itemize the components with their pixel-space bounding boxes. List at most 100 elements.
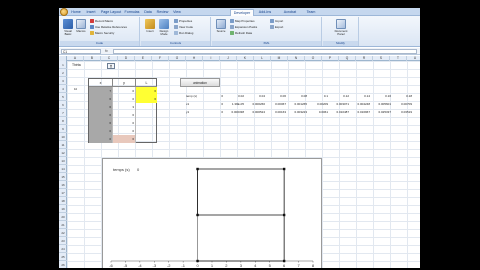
series-value-cell[interactable]: 0.00163 (266, 108, 287, 116)
properties-button[interactable]: Properties (174, 19, 192, 24)
table-cell-l[interactable] (136, 119, 157, 127)
row-header-23[interactable]: 23 (59, 237, 67, 245)
row-header-19[interactable]: 19 (59, 205, 67, 213)
row-header-3[interactable]: 3 (59, 77, 67, 85)
series-value-cell[interactable]: 0.03519 (392, 108, 413, 116)
row-header-26[interactable]: 26 (59, 261, 67, 268)
series-value-cell[interactable]: 0.000338 (224, 108, 245, 116)
series-label[interactable]: x1 (186, 100, 203, 108)
view-code-button[interactable]: View Code (174, 25, 193, 30)
table-cell-x[interactable]: 0 (89, 127, 113, 135)
run-dialog-button[interactable]: Run Dialog (174, 31, 193, 36)
series-label[interactable]: y1 (186, 108, 203, 116)
series-value-cell[interactable]: 1.39E-05 (224, 100, 245, 108)
row-header-7[interactable]: 7 (59, 109, 67, 117)
table-cell-y[interactable]: 0 (113, 95, 136, 103)
table-cell-x[interactable]: 6 (89, 119, 113, 127)
import-button[interactable]: Import (270, 19, 283, 24)
formula-input[interactable] (113, 49, 417, 54)
table-cell-l[interactable] (136, 135, 157, 143)
row-header-24[interactable]: 24 (59, 245, 67, 253)
row-header-13[interactable]: 13 (59, 157, 67, 165)
table-cell-y[interactable]: 3 (113, 103, 136, 111)
series-value-cell[interactable]: 0.010487 (329, 108, 350, 116)
series-value-cell[interactable]: 0.025337 (371, 108, 392, 116)
series-value-cell[interactable]: 0.08 (287, 92, 308, 100)
series-value-cell[interactable]: 0.12 (329, 92, 350, 100)
series-label[interactable]: temp (s) (186, 92, 203, 100)
series-value-cell[interactable]: 0.000524 (245, 108, 266, 116)
series-value-cell[interactable]: 0.04 (245, 92, 266, 100)
row-header-15[interactable]: 15 (59, 173, 67, 181)
table-cell-l[interactable] (136, 127, 157, 135)
series-value-cell[interactable]: 0.16 (371, 92, 392, 100)
table-cell-l[interactable] (136, 103, 157, 111)
series-value-cell[interactable]: 0.003223 (287, 108, 308, 116)
name-box[interactable]: C1 (61, 49, 101, 54)
row-header-17[interactable]: 17 (59, 189, 67, 197)
row-header-5[interactable]: 5 (59, 93, 67, 101)
table-cell-x[interactable]: 0 (89, 135, 113, 143)
document-panel-button[interactable]: Document Panel (333, 19, 349, 38)
cell-area[interactable]: Thèta ▴ ▾ 10 x y L 7066066366600006 anima… (67, 61, 420, 268)
series-value-cell[interactable]: 0.003071 (329, 100, 350, 108)
macro-security-button[interactable]: Macro Security (90, 31, 114, 36)
row-header-10[interactable]: 10 (59, 133, 67, 141)
series-value-cell[interactable]: 0.00709 (392, 100, 413, 108)
source-button[interactable]: Source (215, 19, 227, 38)
table-cell-x[interactable]: 7 (89, 87, 113, 95)
series-value-cell[interactable]: 0.016967 (350, 108, 371, 116)
series-value-cell[interactable]: 0 (203, 108, 224, 116)
table-cell-l[interactable]: 6 (136, 95, 157, 103)
series-value-cell[interactable]: 0.18 (392, 92, 413, 100)
export-button[interactable]: Export (270, 25, 283, 30)
series-value-cell[interactable]: 0.000266 (245, 100, 266, 108)
row-header-25[interactable]: 25 (59, 253, 67, 261)
row-header-22[interactable]: 22 (59, 229, 67, 237)
table-cell-x[interactable]: 6 (89, 103, 113, 111)
row-header-20[interactable]: 20 (59, 213, 67, 221)
row-header-9[interactable]: 9 (59, 125, 67, 133)
series-value-cell[interactable]: 0.005601 (371, 100, 392, 108)
table-cell-y[interactable]: 0 (113, 87, 136, 95)
row-header-12[interactable]: 12 (59, 149, 67, 157)
row-header-8[interactable]: 8 (59, 117, 67, 125)
tab-home[interactable]: Home (69, 9, 83, 16)
refresh-data-button[interactable]: Refresh Data (230, 31, 252, 36)
tab-acrobat[interactable]: Acrobat (281, 9, 299, 16)
tab-view[interactable]: View (171, 9, 183, 16)
row-header-11[interactable]: 11 (59, 141, 67, 149)
scatter-chart[interactable]: -6 -5 -4 -3 -2 -1 0 1 2 3 4 5 6 7 8 temps (s) 0 (102, 158, 322, 268)
table-cell-x[interactable]: 6 (89, 95, 113, 103)
series-value-cell[interactable]: 0.00067 (266, 100, 287, 108)
tab-review[interactable]: Review (155, 9, 170, 16)
series-value-cell[interactable]: 0.004248 (350, 100, 371, 108)
tab-data[interactable]: Data (142, 9, 154, 16)
series-value-cell[interactable]: 0.00209 (308, 100, 329, 108)
series-value-cell[interactable]: 0.06 (266, 92, 287, 100)
fx-icon[interactable]: fx (105, 49, 108, 53)
tab-formulas[interactable]: Formulas (123, 9, 141, 16)
office-button-icon[interactable] (60, 8, 68, 16)
row-header-16[interactable]: 16 (59, 181, 67, 189)
animation-button[interactable]: animation (180, 78, 220, 87)
series-value-cell[interactable]: 0.02 (224, 92, 245, 100)
table-cell-l[interactable]: 6 (136, 87, 157, 95)
table-cell-x[interactable]: 6 (89, 111, 113, 119)
row-header-21[interactable]: 21 (59, 221, 67, 229)
tab-team[interactable]: Team (305, 9, 317, 16)
map-properties-button[interactable]: Map Properties (230, 19, 255, 24)
relative-references-button[interactable]: Use Relative References (90, 25, 127, 30)
macros-button[interactable]: Macros (75, 19, 87, 38)
row-header-1[interactable]: 1 (59, 61, 67, 69)
series-value-cell[interactable]: 0.14 (350, 92, 371, 100)
tab-add-ins[interactable]: Add-Ins (256, 9, 274, 16)
tab-developer[interactable]: Developer (230, 9, 254, 16)
record-macro-button[interactable]: Record Macro (90, 19, 113, 24)
row-header-6[interactable]: 6 (59, 101, 67, 109)
table-cell-y[interactable]: 0 (113, 119, 136, 127)
spinner-control[interactable]: ▴ ▾ (107, 63, 115, 69)
visual-basic-button[interactable]: Visual Basic (62, 19, 74, 38)
row-header-4[interactable]: 4 (59, 85, 67, 93)
insert-control-button[interactable]: Insert (144, 19, 156, 38)
